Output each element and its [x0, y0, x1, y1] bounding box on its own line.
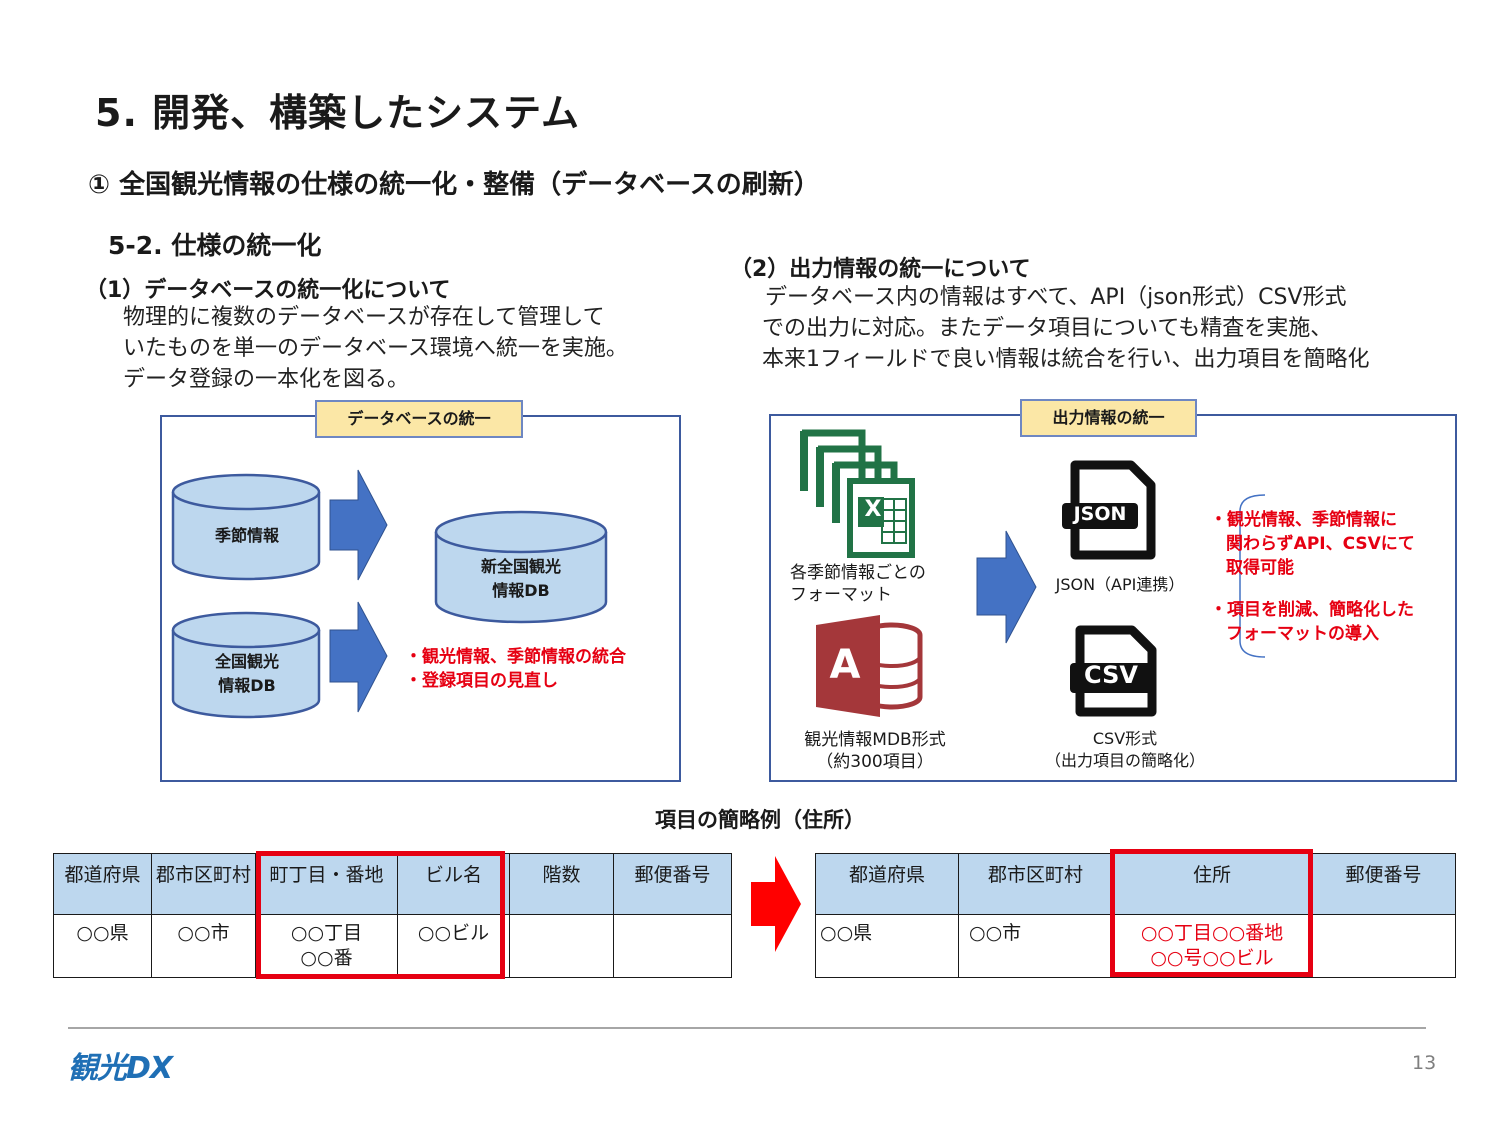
database-unification-tag: データベースの統一 [315, 400, 523, 438]
output-note: ・観光情報、季節情報に [1210, 510, 1397, 530]
database-note: ・観光情報、季節情報の統合 [405, 647, 626, 667]
left-heading: （1）データベースの統一化について [85, 278, 451, 303]
table-header-cell: 郡市区町村 [151, 853, 256, 915]
national-db-label-line: 全国観光 [214, 652, 279, 671]
output-note: 関わらずAPI、CSVにて [1226, 534, 1415, 554]
output-notes: ・観光情報、季節情報に 関わらずAPI、CSVにて 取得可能 ・項目を削減、簡略… [1210, 508, 1450, 646]
excel-caption-line: フォーマット [790, 585, 892, 605]
output-note: ・項目を削減、簡略化した [1210, 600, 1414, 620]
excel-caption: 各季節情報ごとの フォーマット [790, 562, 926, 606]
left-line-3: データ登録の一本化を図る。 [123, 367, 410, 392]
excel-files-icon [800, 429, 915, 558]
output-note: フォーマットの導入 [1226, 624, 1379, 644]
json-caption: JSON（API連携） [1055, 575, 1185, 594]
footer-divider [68, 1027, 1426, 1029]
table-cell [613, 914, 732, 978]
access-caption-line: （約300項目） [816, 752, 934, 772]
database-notes: ・観光情報、季節情報の統合 ・登録項目の見直し [405, 645, 626, 693]
table-cell: ○○市 [958, 914, 1113, 978]
database-note: ・登録項目の見直し [405, 671, 558, 691]
new-db-label-line: 情報DB [492, 581, 550, 600]
example-title: 項目の簡略例（住所） [655, 808, 865, 832]
table-cell: ○○市 [151, 914, 256, 978]
national-db-label-line: 情報DB [218, 676, 276, 695]
access-letter: A [829, 642, 861, 688]
table-cell [1311, 914, 1456, 978]
logo: 観光DX [68, 1051, 173, 1086]
output-note: 取得可能 [1226, 558, 1294, 578]
page-subtitle: ① 全国観光情報の仕様の統一化・整備（データベースの刷新） [88, 170, 820, 200]
table-cell: ○○県 [815, 914, 959, 978]
arrow-icon [329, 601, 388, 713]
json-file-label: JSON [1073, 503, 1127, 525]
table-header-cell: 都道府県 [53, 853, 152, 915]
left-line-1: 物理的に複数のデータベースが存在して管理して [123, 305, 605, 330]
right-line-1: データベース内の情報はすべて、API（json形式）CSV形式 [765, 285, 1347, 310]
arrow-icon [976, 530, 1037, 644]
csv-caption-line: CSV形式 [1092, 729, 1158, 748]
page-number: 13 [1412, 1052, 1437, 1074]
page-title: 5. 開発、構築したシステム [95, 91, 580, 135]
right-heading: （2）出力情報の統一について [730, 257, 1031, 282]
table-cell [509, 914, 614, 978]
highlight-box [1110, 849, 1313, 977]
arrow-icon [329, 469, 388, 581]
excel-letter: X [864, 497, 882, 522]
seasonal-db-label: 季節情報 [214, 526, 279, 545]
left-line-2: いたものを単一のデータベース環境へ統一を実施。 [123, 336, 628, 361]
excel-caption-line: 各季節情報ごとの [790, 563, 926, 583]
table-header-cell: 階数 [509, 853, 614, 915]
right-line-3: 本来1フィールドで良い情報は統合を行い、出力項目を簡略化 [762, 347, 1370, 372]
table-header-cell: 都道府県 [815, 853, 959, 915]
access-caption-line: 観光情報MDB形式 [804, 730, 946, 750]
access-caption: 観光情報MDB形式 （約300項目） [790, 729, 960, 773]
csv-caption-line: （出力項目の簡略化） [1044, 751, 1205, 770]
right-line-2: での出力に対応。またデータ項目についても精査を実施、 [762, 316, 1333, 341]
highlight-box [256, 851, 505, 979]
table-header-cell: 郵便番号 [1311, 853, 1456, 915]
table-header-cell: 郡市区町村 [958, 853, 1113, 915]
red-arrow-icon [751, 856, 801, 952]
left-description: 物理的に複数のデータベースが存在して管理して いたものを単一のデータベース環境へ… [123, 302, 628, 395]
csv-caption: CSV形式 （出力項目の簡略化） [1035, 728, 1215, 772]
new-db-label: 新全国観光 情報DB [436, 555, 606, 603]
new-db-label-line: 新全国観光 [480, 557, 561, 576]
right-description: データベース内の情報はすべて、API（json形式）CSV形式 での出力に対応。… [762, 282, 1370, 375]
national-db-label: 全国観光 情報DB [174, 650, 320, 698]
section-heading: 5-2. 仕様の統一化 [108, 231, 322, 260]
table-cell: ○○県 [53, 914, 152, 978]
csv-file-label: CSV [1084, 661, 1138, 689]
table-header-cell: 郵便番号 [613, 853, 732, 915]
